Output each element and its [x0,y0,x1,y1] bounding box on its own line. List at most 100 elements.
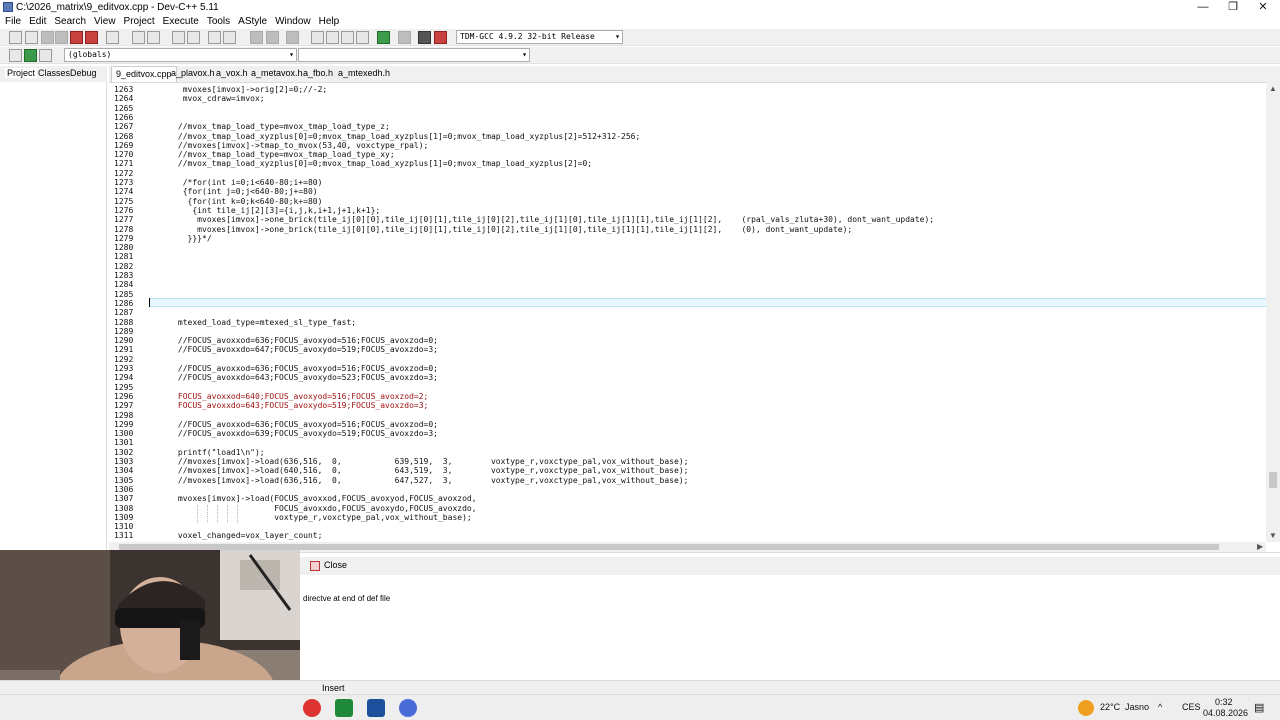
project-panel[interactable] [0,82,107,550]
notification-icon[interactable]: ▤ [1254,701,1264,714]
devcpp-app-icon [3,2,13,12]
close-output-button[interactable]: Close [306,558,353,574]
undo-icon[interactable] [132,31,145,44]
scroll-down-icon[interactable]: ▼ [1269,531,1277,540]
line-number: 1286 [114,298,134,308]
weather-sun-icon[interactable] [1078,700,1094,716]
line-number: 1307 [114,494,134,504]
line-number: 1297 [114,401,134,411]
find-icon[interactable] [172,31,185,44]
chevron-down-icon: ▾ [615,32,620,41]
symbol-select[interactable]: ▾ [298,48,530,62]
menu-view[interactable]: View [90,15,120,29]
file-tab-a-metavox-h[interactable]: a_metavox.h [251,68,303,78]
file-tab-a-vox-h[interactable]: a_vox.h [216,68,248,78]
code-editor[interactable]: 1263 1264 1265 1266 1267 1268 1269 1270 1271 1272… [109,82,1266,542]
unindent-icon[interactable] [223,31,236,44]
bookmark-icon[interactable] [286,31,299,44]
app-terminal-icon[interactable] [335,699,353,717]
compiler-message: directve at end of def file [303,594,391,603]
menu-execute[interactable]: Execute [159,15,203,29]
app-browser-icon[interactable] [399,699,417,717]
compiler-select[interactable]: TDM-GCC 4.9.2 32-bit Release ▾ [456,30,623,44]
file-tab-9-editvox-cpp[interactable]: 9_editvox.cpp [111,66,177,82]
profile-chart-icon[interactable] [418,31,431,44]
code-line: //mvoxes[imvox]->tmap_to_mvox(53,40, vox… [177,140,429,150]
output-panel-toolbar: Close [300,557,1280,575]
line-number: 1283 [114,271,134,280]
code-line: //FOCUS_avoxxdo=643;FOCUS_avoxydo=523;FO… [177,373,438,383]
line-number: 1268 [114,131,134,141]
line-number: 1280 [114,243,134,253]
language-indicator[interactable]: CES [1182,702,1201,712]
window-layout-icon[interactable] [326,31,339,44]
line-number: 1288 [114,317,134,327]
menu-file[interactable]: File [0,15,25,29]
save-icon[interactable] [41,31,54,44]
new-file-icon[interactable] [9,31,22,44]
chevron-up-icon[interactable]: ^ [1158,702,1162,712]
menu-astyle[interactable]: AStyle [234,15,271,29]
code-line: mvox_cdraw=imvox; [182,94,265,104]
close-all-icon[interactable] [85,31,98,44]
code-line: voxtype_r,voxctype_pal,vox_without_base)… [177,512,472,522]
line-number: 1273 [114,178,134,187]
project-options-icon[interactable] [39,49,52,62]
close-file-icon[interactable] [70,31,83,44]
project-new-icon[interactable] [9,49,22,62]
line-number: 1309 [114,512,134,522]
file-tab-a-plavox-h[interactable]: a_plavox.h [171,68,215,78]
line-number: 1305 [114,475,134,485]
menu-search[interactable]: Search [50,15,90,29]
tab-project[interactable]: Project [5,68,38,78]
indent-icon[interactable] [208,31,221,44]
line-number: 1304 [114,466,134,476]
menu-tools[interactable]: Tools [203,15,234,29]
vertical-scroll-thumb[interactable] [1269,472,1277,488]
project-add-icon[interactable] [24,49,37,62]
vertical-scrollbar[interactable]: ▲ ▼ [1266,82,1280,542]
goto-forward-icon[interactable] [266,31,279,44]
scroll-up-icon[interactable]: ▲ [1269,84,1277,93]
save-all-icon[interactable] [55,31,68,44]
tab-classes[interactable]: Classes [38,68,70,78]
menu-window[interactable]: Window [271,15,315,29]
restore-button[interactable]: ❐ [1218,0,1248,15]
check-syntax-icon[interactable] [377,31,390,44]
weather-temperature[interactable]: 22°C [1100,702,1120,712]
goto-back-icon[interactable] [250,31,263,44]
close-window-button[interactable]: ✕ [1248,0,1278,15]
line-number: 1269 [114,140,134,150]
full-layout-icon[interactable] [356,31,369,44]
clock-time[interactable]: 0:32 [1215,697,1233,707]
scroll-right-icon[interactable]: ▶ [1257,542,1263,551]
code-line: //FOCUS_avoxxod=636;FOCUS_avoxyod=516;FO… [177,336,438,346]
redo-icon[interactable] [147,31,160,44]
grid-view-icon[interactable] [311,31,324,44]
tab-debug[interactable]: Debug [70,68,97,78]
class-browser-icon[interactable] [341,31,354,44]
line-number: 1293 [114,364,134,373]
file-tab-a-fbo-h[interactable]: a_fbo.h [303,68,333,78]
app-recorder-icon[interactable] [303,699,321,717]
delete-profile-icon[interactable] [434,31,447,44]
line-number: 1298 [114,410,134,420]
menu-project[interactable]: Project [120,15,159,29]
code-line: mvoxes[imvox]->load(FOCUS_avoxxod,FOCUS_… [177,494,477,504]
weather-condition[interactable]: Jasno [1125,702,1149,712]
menu-edit[interactable]: Edit [25,15,50,29]
minimize-button[interactable]: — [1188,0,1218,15]
clock-date[interactable]: 04.08.2026 [1203,708,1248,718]
file-tab-a-mtexedh-h[interactable]: a_mtexedh.h [338,68,390,78]
scope-select[interactable]: (globals) ▾ [64,48,297,62]
code-line: //mvoxes[imvox]->load(636,516, 0, 647,52… [177,475,689,485]
code-line: /*for(int i=0;i<640-80;i+=80) [182,178,323,187]
stop-icon[interactable] [398,31,411,44]
print-icon[interactable] [106,31,119,44]
line-number: 1299 [114,419,134,429]
app-devcpp-icon[interactable] [367,699,385,717]
replace-icon[interactable] [187,31,200,44]
line-number: 1284 [114,280,134,290]
open-file-icon[interactable] [25,31,38,44]
menu-help[interactable]: Help [315,15,344,29]
